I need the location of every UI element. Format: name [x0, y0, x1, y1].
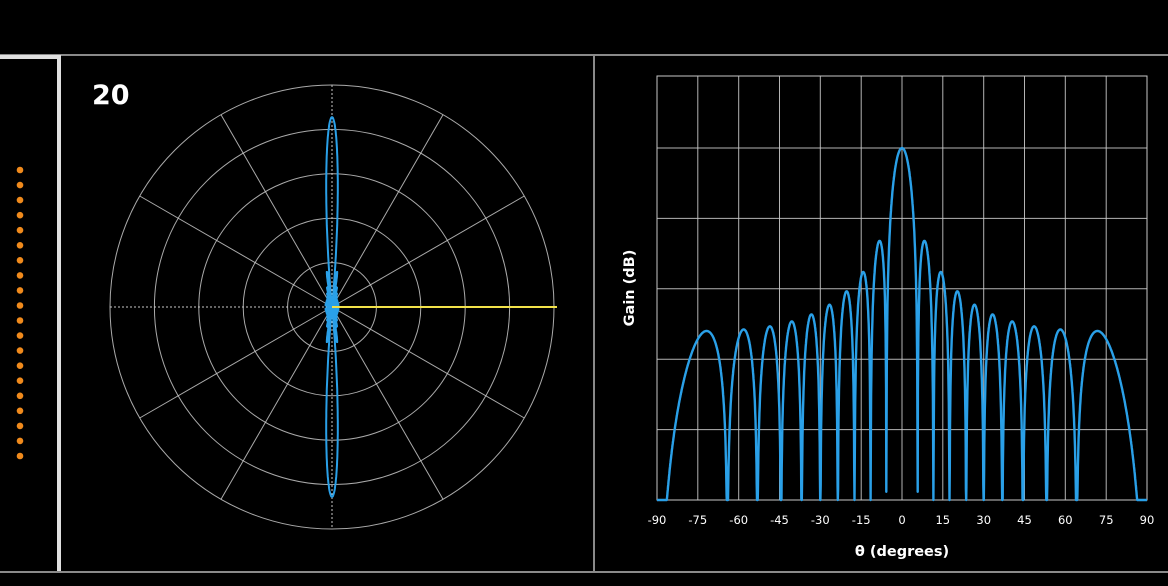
array-element-dot — [16, 452, 24, 460]
polar-grid-spoke — [331, 114, 444, 308]
array-element-dot — [16, 272, 24, 279]
array-element-dot — [16, 257, 24, 264]
x-tick-label: 15 — [935, 513, 950, 527]
polar-grid-spoke — [220, 114, 333, 308]
array-element-dot — [16, 332, 24, 339]
x-tick-label: -45 — [770, 513, 789, 527]
polar-grid-spoke — [331, 306, 525, 419]
array-element-dot — [16, 407, 24, 415]
array-element-dot — [16, 211, 24, 219]
polar-grid-spoke — [139, 195, 333, 308]
array-element-dot — [16, 226, 24, 234]
x-tick-label: -15 — [852, 513, 871, 527]
array-element-dot — [16, 392, 24, 400]
array-element-dot — [16, 362, 24, 370]
x-tick-label: 90 — [1140, 513, 1155, 527]
x-tick-label: 30 — [976, 513, 991, 527]
polar-grid-spoke — [331, 306, 444, 500]
x-tick-label: -30 — [811, 513, 830, 527]
array-element-dot — [16, 196, 24, 204]
array-element-dot — [16, 181, 24, 189]
gain-chart: -90 -75 -60 -45 -30 -15 0 15 30 45 60 75 90 θ (degree… — [622, 75, 1155, 560]
x-axis-label: θ (degrees) — [855, 544, 949, 560]
x-tick-label: -75 — [688, 513, 707, 527]
x-tick-label: 75 — [1099, 513, 1114, 527]
polar-grid-spoke — [139, 306, 333, 419]
array-element-dot — [16, 422, 24, 430]
array-element-dot — [16, 317, 24, 324]
array-element-dot — [16, 302, 24, 309]
array-element-dot — [16, 437, 24, 445]
polar-grid-spoke — [331, 195, 525, 308]
x-tick-label: 60 — [1058, 513, 1073, 527]
x-tick-label: -90 — [648, 513, 667, 527]
x-tick-label: 45 — [1017, 513, 1032, 527]
array-element-dot — [16, 166, 24, 174]
element-array — [16, 166, 24, 460]
array-element-dot — [16, 287, 24, 294]
x-tick-label: 0 — [898, 513, 905, 527]
polar-grid-spoke — [220, 306, 333, 500]
array-element-dot — [16, 347, 24, 354]
y-axis-label: Gain (dB) — [622, 250, 638, 327]
array-element-dot — [16, 242, 24, 249]
x-tick-label: -60 — [729, 513, 748, 527]
charts-canvas: -90 -75 -60 -45 -30 -15 0 15 30 45 60 75 90 θ (degree… — [16, 75, 1155, 560]
array-element-dot — [16, 377, 24, 385]
polar-chart — [109, 84, 557, 530]
